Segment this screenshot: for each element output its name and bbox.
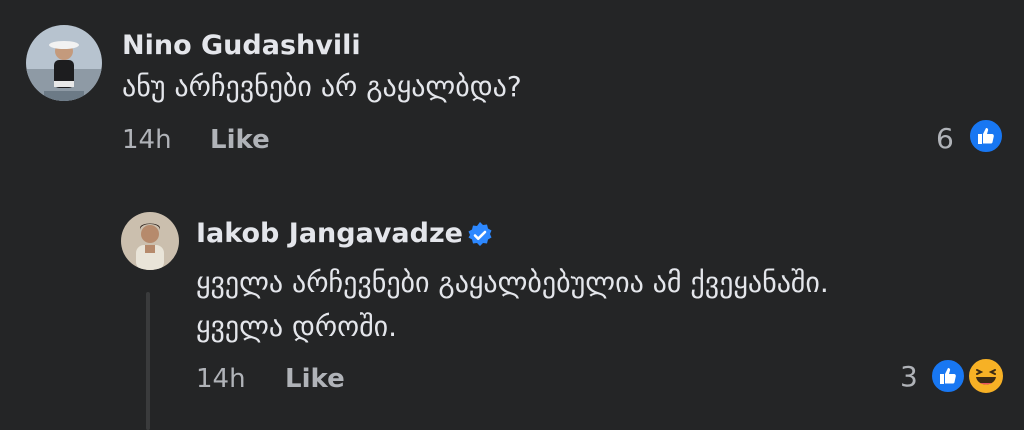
- reply-author[interactable]: Iakob Jangavadze: [196, 218, 463, 249]
- like-icon[interactable]: [968, 118, 1004, 154]
- comment-timestamp[interactable]: 14h: [122, 125, 172, 155]
- haha-icon[interactable]: [966, 356, 1006, 396]
- comment-text: ანუ არჩევნები არ გაყალბდა?: [122, 70, 522, 103]
- verified-badge-icon: [466, 221, 494, 249]
- avatar[interactable]: [26, 25, 102, 101]
- reply-text-line-2: ყველა დროში.: [196, 310, 398, 343]
- reaction-count[interactable]: 6: [936, 122, 954, 155]
- reply-text-line-1: ყველა არჩევნები გაყალბებულია ამ ქვეყანაშ…: [196, 266, 829, 299]
- reaction-count[interactable]: 3: [900, 360, 918, 393]
- comment-author[interactable]: Nino Gudashvili: [122, 30, 361, 61]
- thread-line: [146, 292, 150, 430]
- like-icon[interactable]: [930, 358, 966, 394]
- avatar[interactable]: [121, 212, 179, 270]
- reply-timestamp[interactable]: 14h: [196, 364, 246, 394]
- comment-thread: Nino Gudashvili ანუ არჩევნები არ გაყალბდ…: [0, 0, 1024, 430]
- like-button[interactable]: Like: [285, 364, 345, 394]
- like-button[interactable]: Like: [210, 125, 270, 155]
